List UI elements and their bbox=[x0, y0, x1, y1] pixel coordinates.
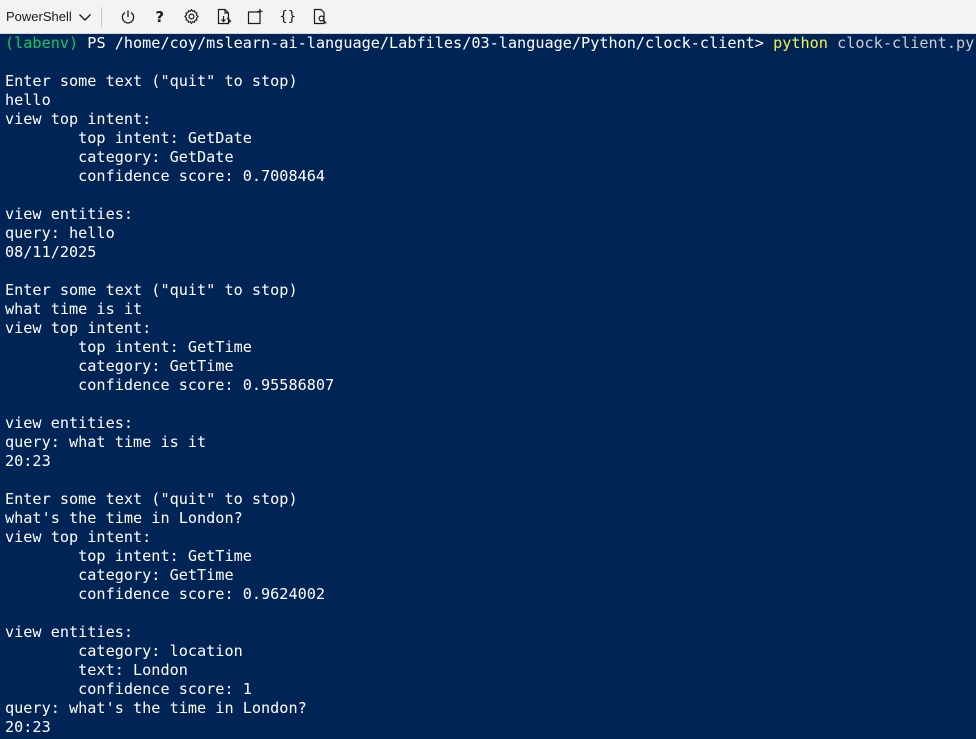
chevron-down-icon bbox=[78, 10, 92, 24]
terminal-line: view top intent: bbox=[5, 319, 152, 337]
help-button[interactable]: ? bbox=[144, 0, 176, 34]
settings-button[interactable] bbox=[176, 0, 208, 34]
terminal-line: text: London bbox=[5, 661, 188, 679]
cloud-shell-toolbar: PowerShell ? {} bbox=[0, 0, 976, 34]
new-session-button[interactable] bbox=[240, 0, 272, 34]
terminal-line: view entities: bbox=[5, 414, 134, 432]
terminal-output[interactable]: (labenv) PS /home/coy/mslearn-ai-languag… bbox=[0, 34, 976, 739]
terminal-line: top intent: GetDate bbox=[5, 129, 252, 147]
terminal-line: confidence score: 1 bbox=[5, 680, 252, 698]
terminal-line: Enter some text ("quit" to stop) bbox=[5, 490, 298, 508]
terminal-line: 20:23 bbox=[5, 452, 51, 470]
shell-type-dropdown[interactable]: PowerShell bbox=[0, 0, 92, 34]
power-icon bbox=[120, 9, 136, 25]
new-session-icon bbox=[247, 8, 264, 25]
help-icon: ? bbox=[155, 7, 165, 26]
prompt-command: python bbox=[773, 34, 828, 52]
terminal-line: view top intent: bbox=[5, 528, 152, 546]
terminal-line: hello bbox=[5, 91, 51, 109]
terminal-line: view entities: bbox=[5, 623, 134, 641]
terminal-line: view top intent: bbox=[5, 110, 152, 128]
terminal-line: confidence score: 0.95586807 bbox=[5, 376, 335, 394]
terminal-line: Enter some text ("quit" to stop) bbox=[5, 72, 298, 90]
terminal-line: 08/11/2025 bbox=[5, 243, 97, 261]
terminal-line: query: what time is it bbox=[5, 433, 207, 451]
prompt-argument: clock-client.py bbox=[827, 34, 975, 52]
prompt-env: (labenv) bbox=[5, 34, 79, 52]
terminal-line: Enter some text ("quit" to stop) bbox=[5, 281, 298, 299]
terminal-line: top intent: GetTime bbox=[5, 338, 252, 356]
settings-icon bbox=[183, 8, 200, 25]
editor-braces-icon: {} bbox=[279, 8, 297, 25]
terminal-line: category: GetDate bbox=[5, 148, 234, 166]
upload-download-button[interactable] bbox=[208, 0, 240, 34]
web-preview-icon bbox=[312, 8, 328, 25]
prompt-line: (labenv) PS /home/coy/mslearn-ai-languag… bbox=[5, 34, 976, 53]
web-preview-button[interactable] bbox=[304, 0, 336, 34]
terminal-line: confidence score: 0.9624002 bbox=[5, 585, 326, 603]
toolbar-divider bbox=[100, 6, 102, 27]
terminal-line: top intent: GetTime bbox=[5, 547, 252, 565]
prompt-path: PS /home/coy/mslearn-ai-language/Labfile… bbox=[78, 34, 774, 52]
terminal-line: query: what's the time in London? bbox=[5, 699, 307, 717]
terminal-line: what's the time in London? bbox=[5, 509, 243, 527]
terminal-line: category: location bbox=[5, 642, 243, 660]
open-editor-button[interactable]: {} bbox=[272, 0, 304, 34]
shell-type-label: PowerShell bbox=[6, 9, 72, 24]
terminal-line: what time is it bbox=[5, 300, 143, 318]
restart-button[interactable] bbox=[112, 0, 144, 34]
terminal-line: query: hello bbox=[5, 224, 115, 242]
terminal-line: view entities: bbox=[5, 205, 134, 223]
upload-download-icon bbox=[216, 8, 232, 25]
terminal-line: confidence score: 0.7008464 bbox=[5, 167, 326, 185]
terminal-line: category: GetTime bbox=[5, 357, 234, 375]
terminal-line: category: GetTime bbox=[5, 566, 234, 584]
terminal-line: 20:23 bbox=[5, 718, 51, 736]
